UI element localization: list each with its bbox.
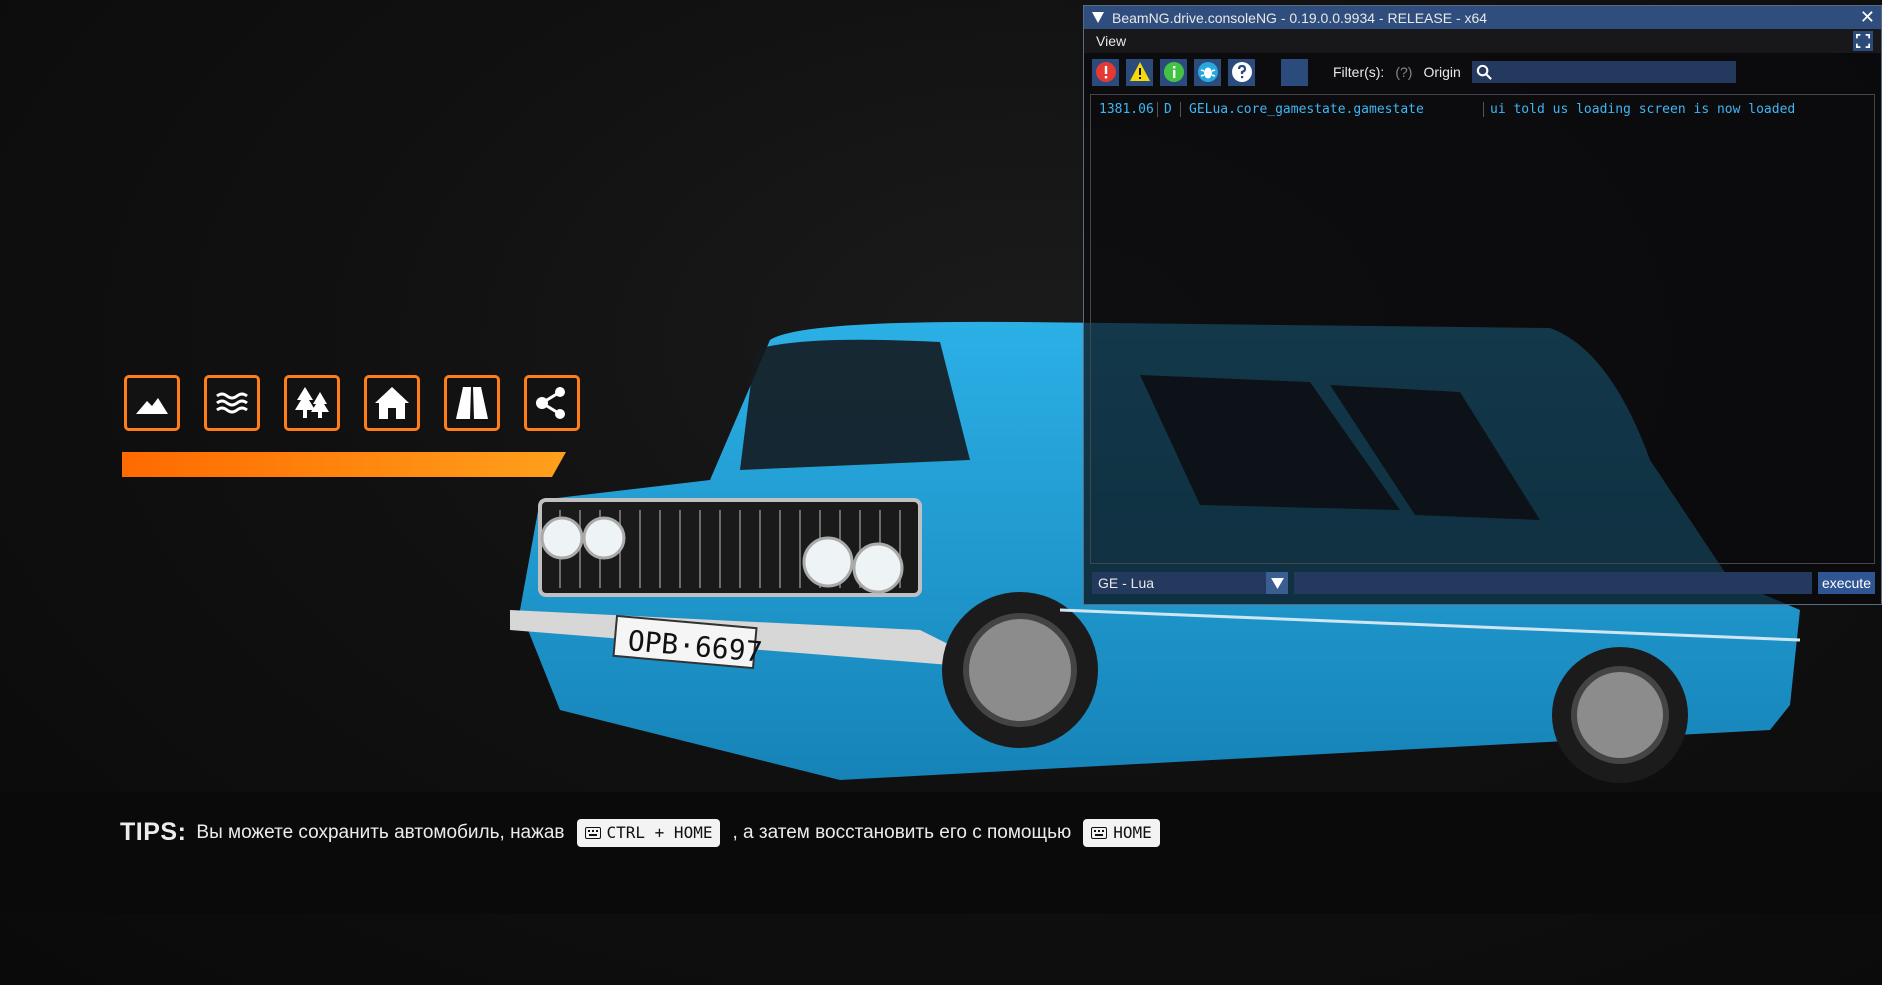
tips-text-before: Вы можете сохранить автомобиль, нажав — [196, 821, 565, 843]
search-icon — [1476, 64, 1492, 80]
map-category-icons — [124, 375, 580, 431]
chevron-down-icon[interactable] — [1266, 572, 1288, 594]
key-hint-home-label: HOME — [1113, 823, 1152, 842]
console-toolbar: Filter(s): (?) Origin — [1084, 53, 1881, 91]
keyboard-icon — [584, 826, 601, 839]
key-hint-ctrl-home: CTRL + HOME — [576, 818, 721, 847]
language-select[interactable]: GE - Lua — [1092, 572, 1288, 594]
info-filter-button[interactable] — [1160, 58, 1187, 86]
tips-band — [0, 792, 1882, 914]
log-row[interactable]: 1381.06 D GELua.core_gamestate.gamestate… — [1091, 95, 1874, 119]
bug-icon — [1197, 62, 1218, 82]
water-icon — [204, 375, 260, 431]
share-icon — [524, 375, 580, 431]
menu-view[interactable]: View — [1096, 33, 1126, 49]
tips-bar: TIPS: Вы можете сохранить автомобиль, на… — [120, 818, 1172, 847]
language-select-value: GE - Lua — [1098, 575, 1155, 591]
warning-filter-button[interactable] — [1126, 58, 1153, 86]
console-input-row: GE - Lua execute — [1092, 572, 1875, 594]
road-icon — [444, 375, 500, 431]
console-log-panel[interactable]: 1381.06 D GELua.core_gamestate.gamestate… — [1090, 94, 1875, 564]
origin-label: Origin — [1423, 64, 1461, 80]
help-filter-button[interactable] — [1228, 58, 1255, 86]
console-window: BeamNG.drive.consoleNG - 0.19.0.0.9934 -… — [1083, 5, 1882, 605]
origin-filter-input[interactable] — [1471, 61, 1736, 83]
mountain-icon — [124, 375, 180, 431]
log-time: 1381.06 — [1091, 101, 1158, 117]
keyboard-icon — [1091, 826, 1108, 839]
close-icon[interactable]: ✕ — [1860, 7, 1875, 28]
log-level: D — [1158, 101, 1181, 117]
console-menu-bar: View — [1084, 29, 1881, 53]
tips-text-middle: , а затем восстановить его с помощью — [732, 821, 1072, 843]
command-input[interactable] — [1294, 572, 1812, 594]
house-icon — [364, 375, 420, 431]
filters-label: Filter(s): — [1333, 64, 1385, 80]
game-screen: OPB·6697 TIPS: Вы можете сохранить автом… — [0, 0, 1882, 985]
log-origin: GELua.core_gamestate.gamestate — [1181, 101, 1484, 117]
error-icon — [1095, 62, 1116, 82]
log-message: ui told us loading screen is now loaded — [1490, 101, 1796, 117]
execute-button[interactable]: execute — [1817, 572, 1875, 594]
error-filter-button[interactable] — [1092, 58, 1119, 86]
tips-title: TIPS: — [120, 818, 187, 846]
debug-filter-button[interactable] — [1194, 58, 1221, 86]
loading-progress-bar — [122, 452, 566, 477]
filters-help[interactable]: (?) — [1395, 64, 1412, 80]
warning-icon — [1129, 62, 1150, 81]
clear-button[interactable] — [1281, 58, 1308, 86]
console-title-bar[interactable]: BeamNG.drive.consoleNG - 0.19.0.0.9934 -… — [1084, 6, 1881, 29]
forest-icon — [284, 375, 340, 431]
question-icon — [1231, 62, 1252, 82]
info-icon — [1163, 62, 1184, 82]
maximize-icon[interactable] — [1853, 31, 1873, 51]
console-title: BeamNG.drive.consoleNG - 0.19.0.0.9934 -… — [1112, 9, 1488, 26]
collapse-triangle-icon[interactable] — [1092, 12, 1104, 23]
key-hint-home: HOME — [1083, 818, 1160, 847]
key-hint-ctrl-home-label: CTRL + HOME — [606, 823, 713, 842]
